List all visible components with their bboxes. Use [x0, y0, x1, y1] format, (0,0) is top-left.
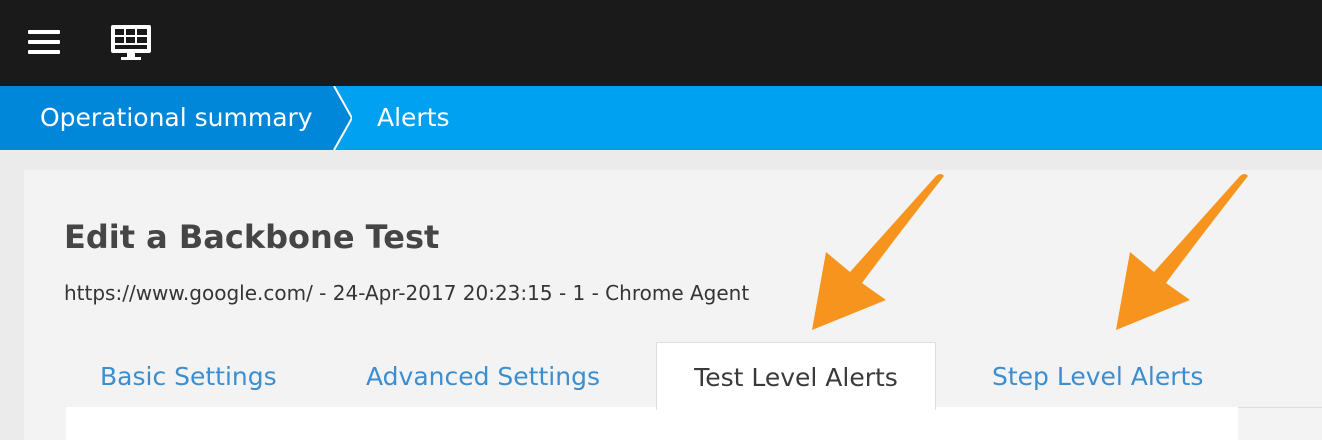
tab-step-level-alerts[interactable]: Step Level Alerts: [992, 342, 1203, 408]
tab-advanced-settings[interactable]: Advanced Settings: [366, 342, 600, 408]
page-title: Edit a Backbone Test: [64, 218, 440, 256]
breadcrumb-item-alerts[interactable]: Alerts: [377, 86, 450, 150]
breadcrumb: Operational summary Alerts: [0, 86, 1322, 150]
menu-line: [28, 30, 60, 34]
tab-basic-settings[interactable]: Basic Settings: [100, 342, 277, 408]
menu-line: [28, 40, 60, 44]
breadcrumb-item-operational-summary[interactable]: Operational summary: [40, 86, 313, 150]
menu-line: [28, 50, 60, 54]
hamburger-menu-icon[interactable]: [28, 28, 60, 56]
tab-content-panel: [66, 407, 1238, 440]
tab-divider: [1238, 407, 1322, 408]
top-navigation-bar: [0, 0, 1322, 86]
test-details-subtitle: https://www.google.com/ - 24-Apr-2017 20…: [64, 281, 750, 305]
tab-test-level-alerts[interactable]: Test Level Alerts: [656, 342, 936, 410]
dashboard-monitor-icon[interactable]: [108, 22, 154, 62]
